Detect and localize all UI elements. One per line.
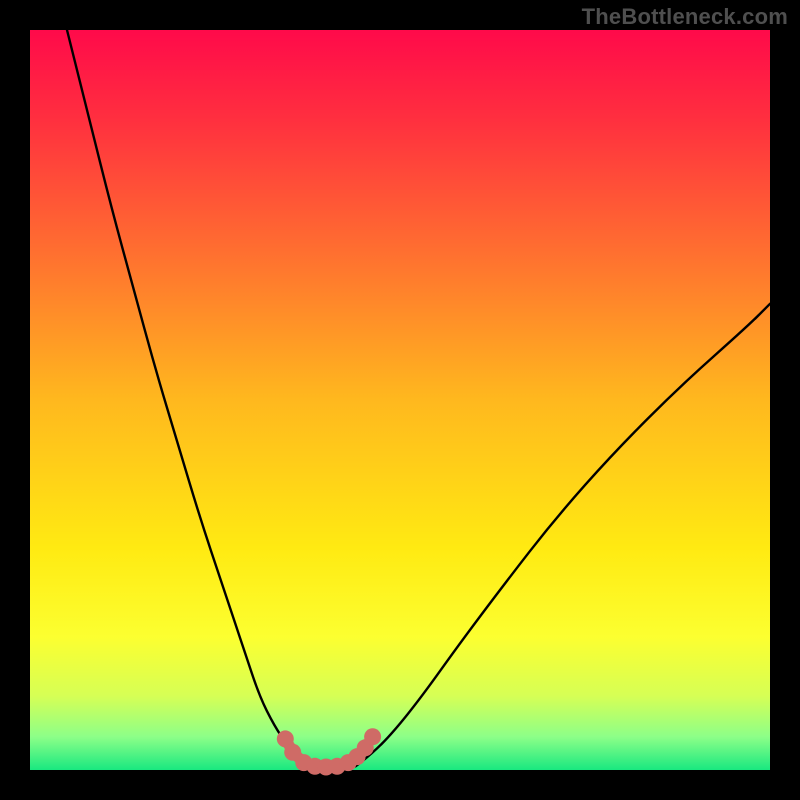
bottleneck-chart	[0, 0, 800, 800]
chart-frame: TheBottleneck.com	[0, 0, 800, 800]
watermark-text: TheBottleneck.com	[582, 4, 788, 30]
plot-background	[30, 30, 770, 770]
valley-marker-dot	[364, 728, 381, 745]
